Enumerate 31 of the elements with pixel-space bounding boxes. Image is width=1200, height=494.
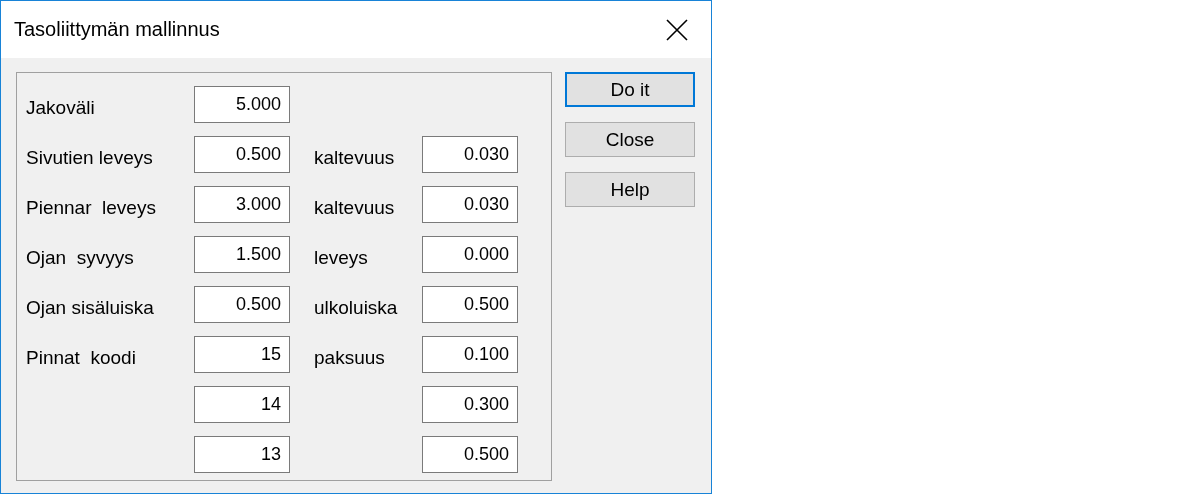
field-label: ulkoluiska bbox=[314, 295, 399, 319]
input-field[interactable]: 0.000 bbox=[422, 236, 518, 273]
input-field[interactable]: 0.030 bbox=[422, 186, 518, 223]
input-field[interactable]: 15 bbox=[194, 336, 290, 373]
input-field[interactable]: 14 bbox=[194, 386, 290, 423]
input-field[interactable]: 13 bbox=[194, 436, 290, 473]
close-icon[interactable] bbox=[666, 18, 688, 41]
input-field[interactable]: 0.100 bbox=[422, 336, 518, 373]
input-field[interactable]: 5.000 bbox=[194, 86, 290, 123]
field-label: leveys bbox=[314, 245, 369, 269]
dialog-button[interactable]: Help bbox=[565, 172, 695, 207]
input-field[interactable]: 1.500 bbox=[194, 236, 290, 273]
field-label: Jakoväli bbox=[26, 95, 96, 119]
field-label: kaltevuus bbox=[314, 145, 396, 169]
input-field[interactable]: 0.500 bbox=[422, 436, 518, 473]
field-label: kaltevuus bbox=[314, 195, 396, 219]
input-field[interactable]: 0.500 bbox=[422, 286, 518, 323]
field-label: Ojan sisäluiska bbox=[26, 295, 155, 319]
dialog-button[interactable]: Do it bbox=[565, 72, 695, 107]
field-label: Ojan syvyys bbox=[26, 245, 135, 269]
input-field[interactable]: 0.300 bbox=[422, 386, 518, 423]
window-title: Tasoliittymän mallinnus bbox=[14, 18, 220, 41]
input-field[interactable]: 3.000 bbox=[194, 186, 290, 223]
input-field[interactable]: 0.500 bbox=[194, 286, 290, 323]
input-field[interactable]: 0.030 bbox=[422, 136, 518, 173]
field-label: Pinnat koodi bbox=[26, 345, 137, 369]
field-label: Sivutien leveys bbox=[26, 145, 154, 169]
field-label: Piennar leveys bbox=[26, 195, 157, 219]
field-label: paksuus bbox=[314, 345, 386, 369]
input-field[interactable]: 0.500 bbox=[194, 136, 290, 173]
dialog-button[interactable]: Close bbox=[565, 122, 695, 157]
